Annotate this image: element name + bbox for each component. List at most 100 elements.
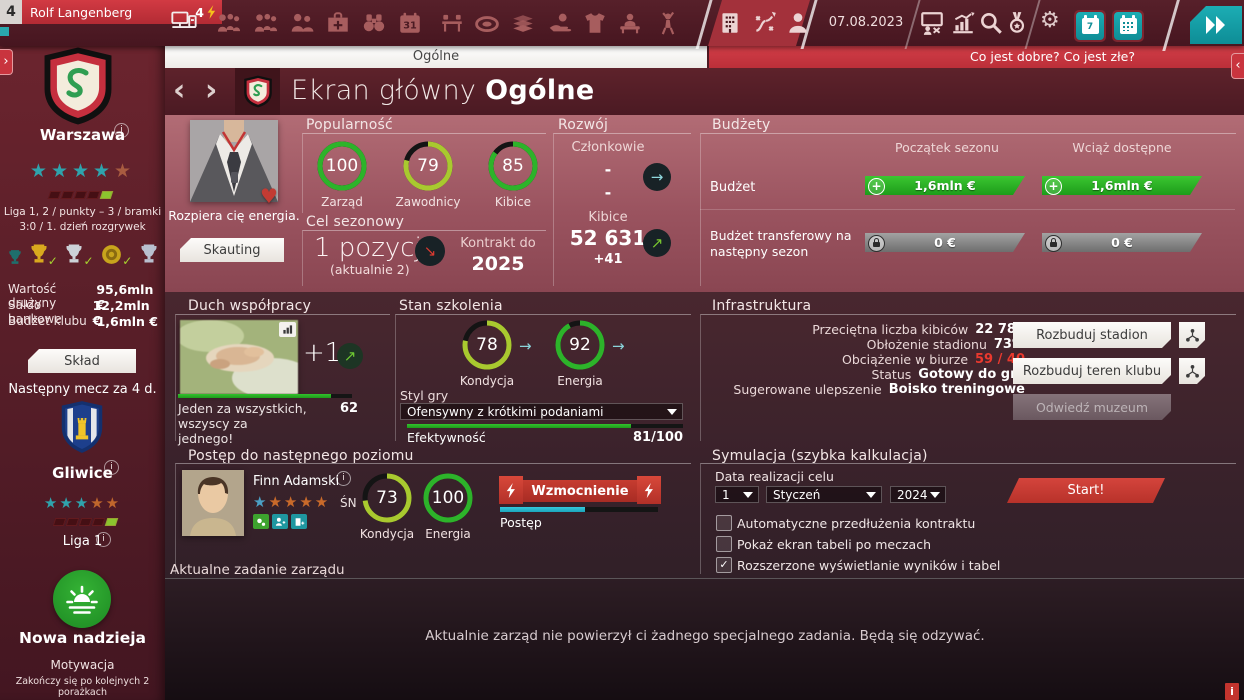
calendar-month-button[interactable] [1114, 12, 1142, 40]
achievements-icon[interactable] [1004, 10, 1030, 36]
bolt-icon [637, 476, 661, 504]
medical-icon[interactable] [325, 10, 351, 36]
checkbox-extended-results[interactable]: ✓ [716, 557, 732, 573]
manager-level-badge: 4 [0, 0, 22, 24]
checkbox-show-table[interactable]: ✓ [716, 536, 732, 552]
league-info-icon[interactable]: i [96, 532, 111, 547]
opponent-info-icon[interactable]: i [104, 460, 119, 475]
search-icon[interactable] [978, 10, 1004, 36]
scouting-button[interactable]: Skauting [180, 238, 284, 262]
finances-icon[interactable] [510, 10, 536, 36]
finance-value: 1,6mln € [97, 314, 158, 329]
notification-chip [0, 27, 9, 36]
opponent-stars: ★★★★★ [0, 496, 165, 511]
infra-stat-row: Sugerowane ulepszenie Boisko treningowe [705, 382, 1025, 397]
opponent-crest[interactable] [57, 400, 107, 454]
title-crest-tile [235, 68, 280, 115]
effectiveness-bar [407, 424, 683, 428]
kit-icon[interactable] [582, 10, 608, 36]
club-building-icon[interactable] [717, 10, 743, 36]
progress-label: Postęp [500, 515, 542, 530]
club-name: Warszawa [0, 126, 165, 144]
checkbox-auto-contract[interactable]: ✓ [716, 515, 732, 531]
gauge-label: Energia [408, 527, 488, 541]
members-link-arrow[interactable]: → [643, 163, 671, 191]
bolt-icon [499, 476, 523, 504]
player-name: Finn Adamski [253, 474, 339, 489]
month-value: Styczeń [773, 488, 820, 502]
statistics-icon[interactable] [950, 10, 976, 36]
trophy-silver: ✓ [65, 242, 93, 269]
sponsors-icon[interactable] [547, 10, 573, 36]
season-goal-title: Cel sezonowy [306, 214, 404, 230]
office-icon[interactable] [170, 8, 198, 38]
current-date: 07.08.2023 [820, 0, 912, 46]
settings-gear-icon[interactable]: ⚙ [1040, 8, 1060, 33]
gauge-value: 92 [540, 335, 620, 355]
building-plus-badge-icon [291, 514, 307, 529]
play-style-dropdown[interactable]: Ofensywny z krótkimi podaniami [400, 403, 683, 420]
calendar-31-icon[interactable] [397, 10, 423, 36]
plus-icon: + [1045, 178, 1062, 195]
meeting-icon[interactable] [439, 10, 465, 36]
checkbox-label[interactable]: Automatyczne przedłużenia kontraktu [737, 516, 975, 531]
continue-fast-forward-button[interactable] [1190, 6, 1242, 44]
title-club-crest [243, 75, 273, 108]
app-window: 4 Rolf Langenberg 4 07.08.2023 [0, 0, 1244, 700]
morale-label: Motywacja [0, 658, 165, 672]
player-photo[interactable] [182, 470, 244, 536]
morale-icon [53, 570, 111, 628]
forward-button[interactable]: › [205, 70, 217, 112]
press-icon[interactable] [617, 10, 643, 36]
info-badge-button[interactable]: i [1225, 683, 1239, 700]
stadium-icon[interactable] [474, 10, 500, 36]
popularity-title: Popularność [306, 117, 393, 133]
squad-icon[interactable] [216, 10, 242, 36]
year-dropdown[interactable]: 2024 [890, 486, 946, 503]
top-bar: 4 Rolf Langenberg 4 07.08.2023 [0, 0, 1244, 46]
squad-button[interactable]: Skład [28, 349, 136, 373]
start-button[interactable]: Start! [1007, 478, 1165, 503]
expand-stadium-button[interactable]: Rozbuduj stadion [1013, 322, 1171, 348]
staff-icon[interactable] [289, 10, 315, 36]
separator [1162, 0, 1180, 51]
boost-button[interactable]: Wzmocnienie [502, 480, 658, 502]
transfer-budget-bar-available: 0 € [1042, 233, 1202, 252]
back-button[interactable]: ‹ [173, 70, 185, 112]
fast-forward-icon [1204, 13, 1228, 37]
board-task-title: Aktualne zadanie zarządu [170, 562, 345, 578]
tab-ogolne[interactable]: Ogólne [165, 46, 707, 68]
spirit-stats-button[interactable] [279, 322, 296, 337]
board-task-message: Aktualnie zarząd nie powierzył ci żadneg… [180, 628, 1230, 644]
budget-row2-label1: Budżet transferowy na [710, 228, 851, 243]
person-plus-badge-icon [272, 514, 288, 529]
trophies-row: ✓ ✓ ✓ [8, 242, 158, 269]
club-crest[interactable] [40, 46, 116, 126]
club-sidebar: Warszawa i ★★★★★ Liga 1, 2 / punkty – 3 … [0, 46, 165, 700]
fans-icon[interactable] [655, 10, 681, 36]
month-dropdown[interactable]: Styczeń [766, 486, 882, 503]
opponent-icon[interactable] [785, 10, 811, 36]
manager-caption: Rozpiera cię energia. [168, 208, 300, 223]
contract-year: 2025 [455, 253, 541, 275]
sidebar-expand-tab[interactable]: › [0, 49, 13, 75]
tactics-icon[interactable] [752, 10, 778, 36]
calendar-week-button[interactable]: 7 [1076, 12, 1104, 40]
day-dropdown[interactable]: 1 [715, 486, 759, 503]
kondycja-arrow-icon[interactable]: → [519, 337, 532, 355]
visit-museum-button[interactable]: Odwiedź muzeum [1013, 394, 1171, 420]
youth-squad-icon[interactable] [253, 10, 279, 36]
training-icon[interactable] [919, 10, 945, 36]
gauge-player-energia: 100 Energia [408, 472, 488, 541]
panel-collapse-tab[interactable]: ‹ [1231, 53, 1244, 79]
checkbox-label[interactable]: Pokaż ekran tabeli po meczach [737, 537, 931, 552]
gauge-kondycja: 78 Kondycja [447, 319, 527, 388]
fans-trend-arrow[interactable]: ↗ [643, 229, 671, 257]
scouting-icon[interactable] [361, 10, 387, 36]
club-stars-active: ★★★★ [30, 160, 114, 182]
checkbox-label[interactable]: Rozszerzone wyświetlanie wyników i tabel [737, 558, 1000, 573]
club-info-icon[interactable]: i [114, 123, 129, 138]
energia-arrow-icon[interactable]: → [612, 337, 625, 355]
expand-club-grounds-button[interactable]: Rozbuduj teren klubu [1013, 358, 1171, 384]
sim-date-label: Data realizacji celu [715, 469, 834, 484]
